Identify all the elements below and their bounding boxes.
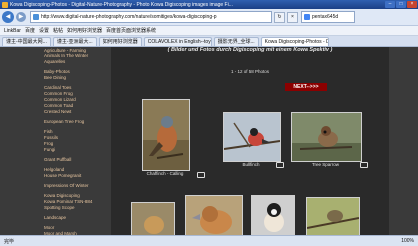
- gallery-main: ( Bilder und Fotos durch Digiscoping mit…: [111, 47, 389, 235]
- forward-arrow-icon[interactable]: ▶: [16, 12, 26, 22]
- photo-thumbnail[interactable]: [306, 197, 360, 235]
- search-input[interactable]: pentax645d: [301, 11, 355, 23]
- link-item[interactable]: 设置: [39, 27, 49, 34]
- sidebar-category-link[interactable]: Spotting Scope: [44, 205, 101, 210]
- photo-thumbnail[interactable]: [131, 202, 175, 235]
- stop-icon[interactable]: ×: [287, 11, 298, 23]
- photo-count: 1 - 12 of 58 Photos: [230, 69, 270, 74]
- window-title: Kowa Digiscoping-Photos - Digital-Nature…: [10, 1, 233, 8]
- sidebar-category-link[interactable]: Bee Dining: [44, 75, 101, 80]
- bullfinch-image: [224, 113, 280, 161]
- tab-active[interactable]: Kowa Digiscoping-Photos - Dig: [260, 37, 329, 46]
- sidebar-category-link[interactable]: Moor: [44, 225, 101, 230]
- tit-image: [252, 196, 294, 235]
- sidebar-category-link[interactable]: Fish: [44, 129, 101, 134]
- chaffinch-image: [143, 100, 189, 170]
- sidebar-category-link[interactable]: Common Toad: [44, 103, 101, 108]
- sidebar-category-link[interactable]: Fungi: [44, 147, 101, 152]
- links-bar: LinkBar 百度 设置 粘帖 如何用好浏览器 百度首页面浏览器系统: [0, 26, 418, 36]
- next-page-button[interactable]: NEXT-->>>: [285, 83, 327, 91]
- tab-item[interactable]: 如何用好浏览器: [98, 37, 142, 46]
- photo-thumbnail[interactable]: [223, 112, 281, 162]
- link-item[interactable]: 粘帖: [53, 27, 63, 34]
- bird-branch-image: [307, 198, 359, 235]
- photo-caption: Tree Sparrow: [311, 162, 340, 167]
- link-item[interactable]: 如何用好浏览器: [67, 27, 102, 34]
- photo-thumbnail[interactable]: [251, 195, 295, 235]
- sidebar-category-link[interactable]: Helgoland: [44, 167, 101, 172]
- sidebar-category-link[interactable]: Crested Newt: [44, 109, 101, 114]
- camera-icon[interactable]: [276, 162, 284, 168]
- tab-bar: 谨主-中国最大网... 谨主-亚洲最大... 如何用好浏览器 COLAVOLEX…: [0, 36, 418, 47]
- camera-icon[interactable]: [197, 172, 205, 178]
- link-item[interactable]: 百度首页面浏览器系统: [106, 27, 156, 34]
- link-item[interactable]: LinkBar: [4, 28, 21, 34]
- tab-item[interactable]: 谨主-亚洲最大...: [52, 37, 97, 46]
- sidebar-category-link[interactable]: Baby-Photos: [44, 69, 101, 74]
- close-button[interactable]: ×: [407, 1, 417, 8]
- tab-item[interactable]: COLAVOLEX in English--toyo vs: [143, 37, 212, 46]
- photo-thumbnail[interactable]: [291, 112, 362, 162]
- refresh-icon[interactable]: ↻: [274, 11, 285, 23]
- sidebar-category-link[interactable]: Common Frog: [44, 91, 101, 96]
- photo-caption: Bullfinch: [242, 162, 260, 167]
- sidebar-category-link[interactable]: Cardinal Toes: [44, 85, 101, 90]
- sidebar-category-link[interactable]: European Tree Frog: [44, 119, 101, 124]
- photo-caption: Chaffinch - Calling: [146, 171, 184, 176]
- sidebar-category-link[interactable]: Frog: [44, 141, 101, 146]
- page-favicon-icon: [33, 14, 39, 20]
- search-value[interactable]: pentax645d: [312, 14, 338, 20]
- browser-app-icon: [2, 1, 8, 8]
- page-content: Agriculture - Farming Animals In The Win…: [0, 47, 418, 235]
- tab-item[interactable]: 谨主-中国最大网...: [2, 37, 51, 46]
- tree-sparrow-image: [292, 113, 361, 161]
- maximize-button[interactable]: □: [396, 1, 406, 8]
- sidebar-category-link[interactable]: Kowa Digiscoping: [44, 193, 101, 198]
- tab-item[interactable]: 摄影无界_全球...: [213, 37, 259, 46]
- status-text: 完毕: [4, 238, 15, 245]
- photo-thumbnail[interactable]: [142, 99, 190, 171]
- page-subtitle: ( Bilder und Fotos durch Digiscoping mit…: [167, 47, 333, 53]
- address-url[interactable]: http://www.digital-nature-photography.co…: [41, 14, 217, 20]
- sidebar-category-link[interactable]: House Pomegranit: [44, 173, 101, 178]
- status-bar: 完毕 100%: [0, 235, 418, 246]
- sidebar-category-link[interactable]: Agriculture - Farming Animals In The Win…: [44, 48, 101, 58]
- search-engine-icon: [304, 14, 310, 20]
- camera-icon[interactable]: [360, 162, 368, 168]
- sidebar-category-link[interactable]: Fossils: [44, 135, 101, 140]
- link-item[interactable]: 百度: [25, 27, 35, 34]
- sidebar-category-link[interactable]: Aquarelles: [44, 59, 101, 64]
- address-bar[interactable]: http://www.digital-nature-photography.co…: [30, 11, 272, 23]
- photo-thumbnail[interactable]: [185, 195, 243, 235]
- category-sidebar: Agriculture - Farming Animals In The Win…: [41, 47, 101, 235]
- hawfinch-image: [186, 196, 242, 235]
- window-titlebar: Kowa Digiscoping-Photos - Digital-Nature…: [0, 0, 418, 9]
- zoom-level[interactable]: 100%: [401, 238, 414, 244]
- sidebar-category-link[interactable]: Landscape: [44, 215, 101, 220]
- minimize-button[interactable]: –: [385, 1, 395, 8]
- sidebar-category-link[interactable]: Impressions Of Winter: [44, 183, 101, 188]
- back-arrow-icon[interactable]: ◀: [2, 11, 14, 23]
- sidebar-category-link[interactable]: Grant Puffball: [44, 157, 101, 162]
- sidebar-category-link[interactable]: Kowa Pominar TSN-884: [44, 199, 101, 204]
- bird-image: [132, 203, 174, 235]
- navigation-bar: ◀ ▶ http://www.digital-nature-photograph…: [0, 9, 418, 26]
- sidebar-category-link[interactable]: Common Lizard: [44, 97, 101, 102]
